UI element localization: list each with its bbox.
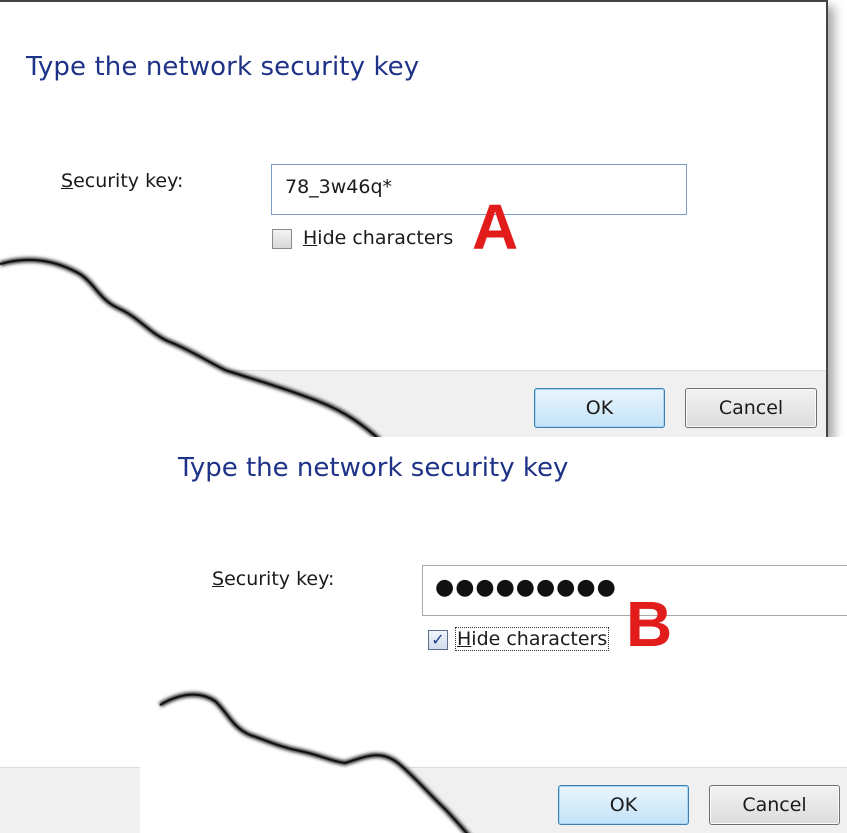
hide-characters-accel: H — [457, 628, 472, 650]
hide-characters-checkbox[interactable]: ✓ — [428, 630, 448, 650]
dialog-title: Type the network security key — [178, 453, 569, 483]
security-key-accel: S — [212, 568, 225, 590]
torn-edge-b — [140, 692, 470, 833]
security-key-label-text: ecurity key: — [224, 568, 335, 590]
torn-edge-a — [0, 257, 382, 439]
cancel-button[interactable]: Cancel — [709, 785, 840, 825]
security-key-label-text: ecurity key: — [73, 170, 184, 192]
cancel-button[interactable]: Cancel — [685, 388, 817, 428]
annotation-marker-b: B — [626, 588, 673, 660]
ok-button[interactable]: OK — [534, 388, 665, 428]
dialog-title: Type the network security key — [26, 52, 420, 82]
security-key-label: Security key: — [212, 568, 334, 590]
hide-characters-label[interactable]: Hide characters — [455, 627, 610, 651]
dialog-panel-a: Type the network security key Security k… — [0, 0, 828, 439]
hide-characters-label-text: ide characters — [471, 628, 608, 650]
security-key-accel: S — [61, 170, 74, 192]
dialog-panel-b: Type the network security key Security k… — [0, 437, 847, 833]
annotation-marker-a: A — [472, 191, 519, 263]
security-key-label: Security key: — [61, 170, 183, 192]
ok-button[interactable]: OK — [558, 785, 689, 825]
screenshot-composite: Type the network security key Security k… — [0, 0, 847, 833]
masked-key-text: ●●●●●●●●● — [435, 575, 617, 600]
